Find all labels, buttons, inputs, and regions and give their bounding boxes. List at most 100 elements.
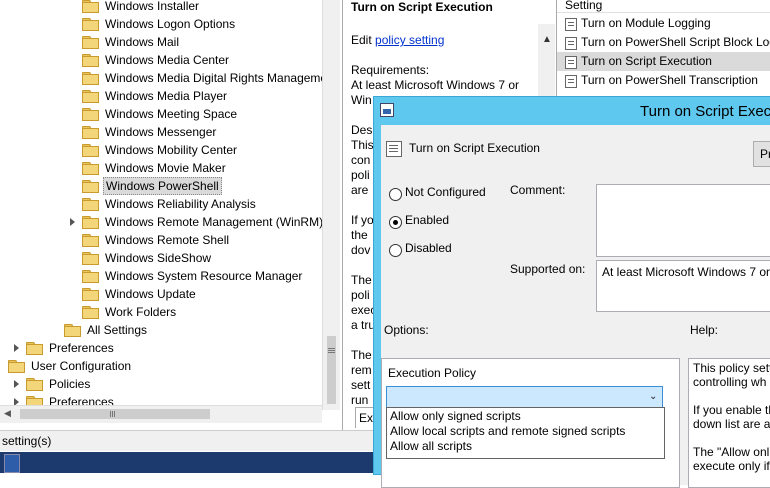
radio-disabled[interactable] (389, 244, 402, 257)
comment-label: Comment: (510, 183, 566, 197)
tree-item-label: Preferences (49, 341, 114, 355)
description-line: rem (351, 363, 372, 377)
options-label: Options: (384, 323, 429, 337)
setting-row-label: Turn on PowerShell Transcription (581, 73, 758, 87)
tree-item-label: Windows Media Digital Rights Manageme (105, 71, 328, 85)
user-config-icon (8, 360, 25, 373)
tree-item[interactable]: Windows Remote Shell (0, 231, 322, 249)
folder-icon (64, 324, 81, 337)
radio-not-configured-label[interactable]: Not Configured (405, 185, 486, 199)
tree-horizontal-scrollbar[interactable]: ◀ (0, 405, 322, 423)
tree-item[interactable]: Windows System Resource Manager (0, 267, 322, 285)
tree-vertical-scrollbar[interactable] (322, 0, 340, 410)
expand-arrow-icon[interactable] (14, 344, 19, 352)
tree-item[interactable]: Work Folders (0, 303, 322, 321)
tree-item[interactable]: Windows Installer (0, 0, 322, 15)
execution-policy-label: Execution Policy (388, 366, 477, 380)
description-line: Des (351, 123, 373, 137)
tree-item-label: Windows Messenger (105, 125, 217, 139)
description-line: Win (351, 93, 372, 107)
setting-row[interactable]: Turn on Module Logging (557, 14, 770, 33)
dropdown-options-list[interactable]: Allow only signed scripts Allow local scr… (386, 407, 665, 459)
tree-item-label: Windows Movie Maker (105, 161, 226, 175)
settings-column-header[interactable]: Setting (557, 0, 770, 13)
folder-icon (82, 108, 99, 121)
folder-icon (82, 90, 99, 103)
tree-scroll-thumb[interactable] (327, 336, 336, 404)
tree-item[interactable]: Windows Messenger (0, 123, 322, 141)
chevron-down-icon[interactable]: ⌄ (649, 391, 657, 402)
folder-icon (82, 306, 99, 319)
terminal-icon[interactable] (4, 454, 20, 473)
tree-item[interactable]: Windows PowerShell (0, 177, 322, 195)
grip-icon (110, 411, 111, 417)
radio-enabled[interactable] (389, 216, 402, 229)
edit-policy-link[interactable]: policy setting (375, 33, 444, 47)
tree-item[interactable]: Windows Media Player (0, 87, 322, 105)
scroll-up-icon[interactable]: ▲ (542, 34, 552, 45)
tree-item[interactable]: Windows Logon Options (0, 15, 322, 33)
setting-row-label: Turn on Script Execution (581, 54, 712, 68)
tree-item[interactable]: Windows Remote Management (WinRM) (0, 213, 323, 231)
tree-item[interactable]: Windows Update (0, 285, 322, 303)
tree-item[interactable]: All Settings (0, 321, 322, 339)
setting-row[interactable]: Turn on PowerShell Transcription (557, 71, 770, 90)
folder-icon (82, 270, 99, 283)
radio-enabled-label[interactable]: Enabled (405, 213, 449, 227)
comment-textarea[interactable] (596, 184, 770, 257)
tree-item-label: Windows Installer (105, 0, 200, 13)
help-text-line: This policy sett (693, 361, 770, 375)
setting-row[interactable]: Turn on Script Execution (557, 52, 770, 71)
tree-item[interactable]: User Configuration (0, 357, 322, 375)
setting-row[interactable]: Turn on PowerShell Script Block Log (557, 33, 770, 52)
help-text-line: The "Allow onl (693, 445, 770, 459)
setting-row-label: Turn on PowerShell Script Block Log (581, 35, 770, 49)
tree-item[interactable]: Windows Mobility Center (0, 141, 322, 159)
dropdown-option[interactable]: Allow local scripts and remote signed sc… (390, 424, 625, 438)
description-line: poli (351, 168, 370, 182)
description-line: poli (351, 288, 370, 302)
policy-app-icon (380, 103, 394, 117)
tree-item[interactable]: Windows Movie Maker (0, 159, 322, 177)
description-line: dov (351, 243, 371, 257)
execution-policy-dropdown[interactable]: ⌄ (386, 386, 663, 408)
tree-item[interactable]: Windows Mail (0, 33, 322, 51)
requirements-label: Requirements: (351, 63, 430, 77)
dialog-body: Turn on Script Execution Pr Not Configur… (381, 125, 770, 488)
policy-dialog: Turn on Script Execu Turn on Script Exec… (373, 96, 770, 488)
folder-icon (82, 162, 99, 175)
dropdown-option[interactable]: Allow only signed scripts (390, 409, 521, 423)
expand-arrow-icon[interactable] (70, 218, 75, 226)
expand-arrow-icon[interactable] (14, 380, 19, 388)
supported-on-box: At least Microsoft Windows 7 or (596, 260, 770, 312)
tree-item[interactable]: Preferences (0, 339, 322, 357)
tree-item[interactable]: Windows Media Digital Rights Manageme (0, 69, 327, 87)
tree-item[interactable]: Windows Media Center (0, 51, 322, 69)
tree-item-label: Windows System Resource Manager (105, 269, 303, 283)
tree-hscroll-thumb[interactable] (20, 409, 210, 419)
radio-not-configured[interactable] (389, 188, 402, 201)
tree-pane[interactable]: Windows Installer Windows Logon Options Wi… (0, 0, 340, 410)
taskbar (0, 452, 385, 473)
tree-item[interactable]: Windows Reliability Analysis (0, 195, 322, 213)
description-line: This (351, 138, 374, 152)
tree-item[interactable]: Windows Meeting Space (0, 105, 322, 123)
tree-item[interactable]: Policies (0, 375, 322, 393)
folder-icon (82, 198, 99, 211)
tree-item-label: Windows Reliability Analysis (105, 197, 256, 211)
tree-item-label: Windows Meeting Space (105, 107, 238, 121)
settings-list[interactable]: Setting Turn on Module Logging Turn on Po… (556, 0, 770, 100)
scroll-left-icon[interactable]: ◀ (4, 408, 12, 420)
tree-item-label: Windows Media Player (105, 89, 228, 103)
description-line: run (351, 393, 369, 407)
dropdown-option[interactable]: Allow all scripts (390, 439, 472, 453)
dialog-heading: Turn on Script Execution (409, 141, 540, 155)
description-line: sett (351, 378, 371, 392)
folder-icon (82, 18, 99, 31)
folder-icon (82, 126, 99, 139)
description-line: a tru (351, 318, 376, 332)
previous-setting-button[interactable]: Pr (753, 141, 770, 167)
radio-disabled-label[interactable]: Disabled (405, 241, 452, 255)
tree-item[interactable]: Windows SideShow (0, 249, 322, 267)
folder-icon (82, 180, 99, 193)
